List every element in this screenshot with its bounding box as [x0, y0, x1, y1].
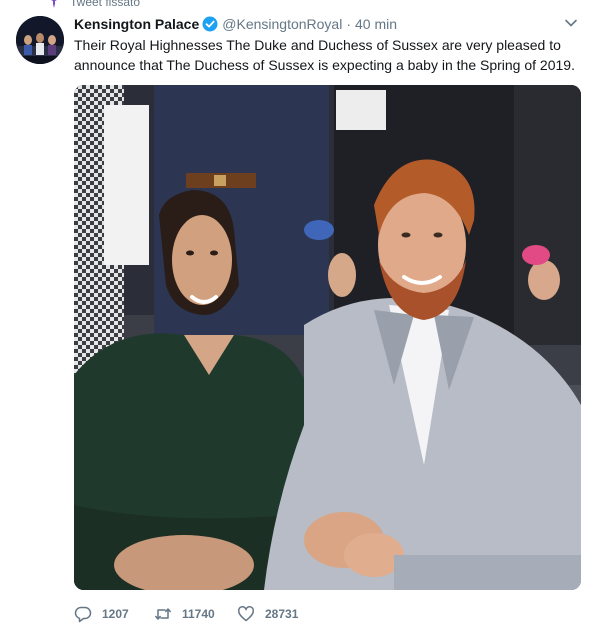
reply-icon: [74, 606, 92, 623]
tweet-card[interactable]: Tweet fissato Kensington Palace @Kensing…: [0, 0, 598, 638]
tweet-header: Kensington Palace @KensingtonRoyal · 40 …: [74, 14, 578, 34]
retweet-button[interactable]: 11740: [154, 605, 237, 623]
retweet-icon: [155, 608, 171, 620]
reply-button[interactable]: 1207: [74, 605, 154, 623]
chevron-down-icon[interactable]: [564, 16, 578, 30]
tweet-actions: 1207 11740 28731: [74, 602, 327, 626]
timestamp[interactable]: 40 min: [355, 16, 397, 32]
retweet-count: 11740: [182, 607, 215, 621]
photo-image: [74, 85, 581, 590]
like-button[interactable]: 28731: [237, 605, 327, 623]
separator-dot: ·: [346, 16, 351, 32]
pinned-label: Tweet fissato: [70, 0, 141, 9]
like-count: 28731: [265, 607, 299, 621]
account-handle[interactable]: @KensingtonRoyal: [222, 16, 342, 32]
avatar-image: [16, 16, 64, 64]
pin-icon: [51, 0, 57, 8]
tweet-text: Their Royal Highnesses The Duke and Duch…: [74, 37, 575, 73]
display-name[interactable]: Kensington Palace: [74, 16, 199, 32]
pinned-indicator: Tweet fissato: [48, 0, 140, 9]
reply-count: 1207: [102, 607, 129, 621]
tweet-photo[interactable]: [74, 85, 581, 590]
heart-icon: [238, 606, 254, 622]
verified-badge-icon: [202, 16, 218, 32]
avatar[interactable]: [16, 16, 64, 64]
